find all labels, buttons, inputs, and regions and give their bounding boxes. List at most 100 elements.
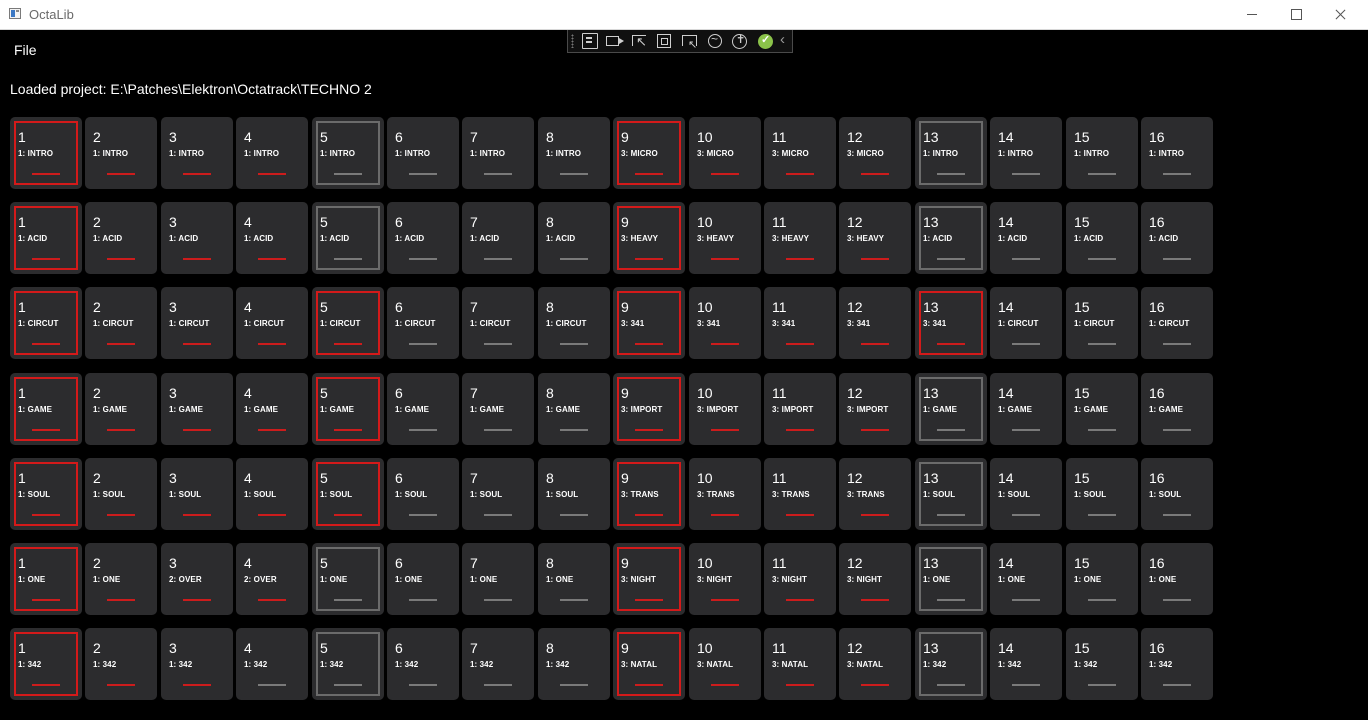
pattern-tile[interactable]: 12 3: 341 xyxy=(839,287,911,359)
maximize-icon[interactable] xyxy=(1274,0,1318,30)
accessibility-icon[interactable] xyxy=(732,33,747,49)
pattern-tile[interactable]: 6 1: CIRCUT xyxy=(387,287,459,359)
pattern-tile[interactable]: 2 1: INTRO xyxy=(85,117,157,189)
pattern-tile[interactable]: 13 3: 341 xyxy=(915,287,987,359)
pattern-tile[interactable]: 10 3: IMPORT xyxy=(689,373,761,445)
pattern-tile[interactable]: 6 1: INTRO xyxy=(387,117,459,189)
pattern-tile[interactable]: 16 1: CIRCUT xyxy=(1141,287,1213,359)
pattern-tile[interactable]: 6 1: 342 xyxy=(387,628,459,700)
pattern-tile[interactable]: 11 3: TRANS xyxy=(764,458,836,530)
pattern-tile[interactable]: 14 1: ONE xyxy=(990,543,1062,615)
pattern-tile[interactable]: 16 1: ACID xyxy=(1141,202,1213,274)
pattern-tile[interactable]: 10 3: TRANS xyxy=(689,458,761,530)
pattern-tile[interactable]: 12 3: IMPORT xyxy=(839,373,911,445)
pattern-tile[interactable]: 14 1: CIRCUT xyxy=(990,287,1062,359)
pattern-tile[interactable]: 9 3: NIGHT xyxy=(613,543,685,615)
pattern-tile[interactable]: 14 1: 342 xyxy=(990,628,1062,700)
pattern-tile[interactable]: 1 1: ONE xyxy=(10,543,82,615)
pattern-tile[interactable]: 8 1: 342 xyxy=(538,628,610,700)
pattern-tile[interactable]: 7 1: CIRCUT xyxy=(462,287,534,359)
pattern-tile[interactable]: 16 1: GAME xyxy=(1141,373,1213,445)
pattern-tile[interactable]: 6 1: ACID xyxy=(387,202,459,274)
pattern-tile[interactable]: 7 1: INTRO xyxy=(462,117,534,189)
pattern-tile[interactable]: 15 1: GAME xyxy=(1066,373,1138,445)
pattern-tile[interactable]: 13 1: 342 xyxy=(915,628,987,700)
pattern-tile[interactable]: 11 3: MICRO xyxy=(764,117,836,189)
pattern-tile[interactable]: 5 1: CIRCUT xyxy=(312,287,384,359)
pattern-tile[interactable]: 9 3: HEAVY xyxy=(613,202,685,274)
pattern-tile[interactable]: 12 3: NATAL xyxy=(839,628,911,700)
pattern-tile[interactable]: 8 1: ACID xyxy=(538,202,610,274)
pattern-tile[interactable]: 13 1: INTRO xyxy=(915,117,987,189)
collapse-chevron-icon[interactable]: ‹ xyxy=(780,31,796,48)
pattern-tile[interactable]: 4 2: OVER xyxy=(236,543,308,615)
pattern-tile[interactable]: 2 1: 342 xyxy=(85,628,157,700)
close-icon[interactable] xyxy=(1318,0,1362,30)
camera-icon[interactable] xyxy=(606,36,624,46)
pattern-tile[interactable]: 15 1: SOUL xyxy=(1066,458,1138,530)
track-focused-element-icon[interactable] xyxy=(682,35,697,51)
pattern-tile[interactable]: 11 3: 341 xyxy=(764,287,836,359)
window-title-bar[interactable]: OctaLib xyxy=(0,0,1368,30)
pattern-tile[interactable]: 3 1: INTRO xyxy=(161,117,233,189)
pattern-tile[interactable]: 2 1: CIRCUT xyxy=(85,287,157,359)
pattern-tile[interactable]: 13 1: ACID xyxy=(915,202,987,274)
pattern-tile[interactable]: 6 1: SOUL xyxy=(387,458,459,530)
pattern-tile[interactable]: 16 1: ONE xyxy=(1141,543,1213,615)
pattern-tile[interactable]: 7 1: SOUL xyxy=(462,458,534,530)
pattern-tile[interactable]: 14 1: INTRO xyxy=(990,117,1062,189)
pattern-tile[interactable]: 1 1: ACID xyxy=(10,202,82,274)
pattern-tile[interactable]: 9 3: NATAL xyxy=(613,628,685,700)
pattern-tile[interactable]: 15 1: 342 xyxy=(1066,628,1138,700)
pattern-tile[interactable]: 13 1: GAME xyxy=(915,373,987,445)
pattern-tile[interactable]: 4 1: CIRCUT xyxy=(236,287,308,359)
hot-reload-ok-icon[interactable] xyxy=(758,33,773,49)
pattern-tile[interactable]: 15 1: ONE xyxy=(1066,543,1138,615)
pattern-tile[interactable]: 9 3: IMPORT xyxy=(613,373,685,445)
pattern-tile[interactable]: 4 1: SOUL xyxy=(236,458,308,530)
pattern-tile[interactable]: 16 1: SOUL xyxy=(1141,458,1213,530)
pattern-tile[interactable]: 4 1: INTRO xyxy=(236,117,308,189)
pattern-tile[interactable]: 7 1: ACID xyxy=(462,202,534,274)
pattern-tile[interactable]: 1 1: 342 xyxy=(10,628,82,700)
pattern-tile[interactable]: 1 1: GAME xyxy=(10,373,82,445)
pattern-tile[interactable]: 6 1: GAME xyxy=(387,373,459,445)
pattern-tile[interactable]: 9 3: MICRO xyxy=(613,117,685,189)
pattern-tile[interactable]: 4 1: 342 xyxy=(236,628,308,700)
pattern-tile[interactable]: 15 1: INTRO xyxy=(1066,117,1138,189)
pattern-tile[interactable]: 11 3: HEAVY xyxy=(764,202,836,274)
pattern-tile[interactable]: 12 3: HEAVY xyxy=(839,202,911,274)
pattern-tile[interactable]: 13 1: SOUL xyxy=(915,458,987,530)
pattern-tile[interactable]: 14 1: GAME xyxy=(990,373,1062,445)
pattern-tile[interactable]: 3 1: CIRCUT xyxy=(161,287,233,359)
pattern-tile[interactable]: 10 3: HEAVY xyxy=(689,202,761,274)
minimize-icon[interactable] xyxy=(1230,0,1274,30)
pattern-tile[interactable]: 1 1: SOUL xyxy=(10,458,82,530)
pattern-tile[interactable]: 4 1: GAME xyxy=(236,373,308,445)
pattern-tile[interactable]: 2 1: ACID xyxy=(85,202,157,274)
toolbar-grip-icon[interactable] xyxy=(571,34,574,48)
pattern-tile[interactable]: 16 1: 342 xyxy=(1141,628,1213,700)
pattern-tile[interactable]: 10 3: NIGHT xyxy=(689,543,761,615)
pattern-tile[interactable]: 3 1: ACID xyxy=(161,202,233,274)
pattern-tile[interactable]: 7 1: 342 xyxy=(462,628,534,700)
pattern-tile[interactable]: 8 1: CIRCUT xyxy=(538,287,610,359)
pattern-tile[interactable]: 7 1: ONE xyxy=(462,543,534,615)
pattern-tile[interactable]: 11 3: NIGHT xyxy=(764,543,836,615)
pattern-tile[interactable]: 8 1: ONE xyxy=(538,543,610,615)
pattern-tile[interactable]: 9 3: TRANS xyxy=(613,458,685,530)
pattern-tile[interactable]: 1 1: INTRO xyxy=(10,117,82,189)
pattern-tile[interactable]: 5 1: ACID xyxy=(312,202,384,274)
pattern-tile[interactable]: 11 3: NATAL xyxy=(764,628,836,700)
go-to-live-visual-tree-icon[interactable] xyxy=(582,33,598,49)
pattern-tile[interactable]: 13 1: ONE xyxy=(915,543,987,615)
pattern-tile[interactable]: 14 1: SOUL xyxy=(990,458,1062,530)
pattern-tile[interactable]: 7 1: GAME xyxy=(462,373,534,445)
pattern-tile[interactable]: 10 3: 341 xyxy=(689,287,761,359)
pattern-tile[interactable]: 6 1: ONE xyxy=(387,543,459,615)
pattern-tile[interactable]: 8 1: GAME xyxy=(538,373,610,445)
pattern-tile[interactable]: 5 1: GAME xyxy=(312,373,384,445)
hot-reload-icon[interactable] xyxy=(708,32,722,48)
display-layout-adorners-icon[interactable] xyxy=(657,34,671,48)
pattern-tile[interactable]: 5 1: ONE xyxy=(312,543,384,615)
